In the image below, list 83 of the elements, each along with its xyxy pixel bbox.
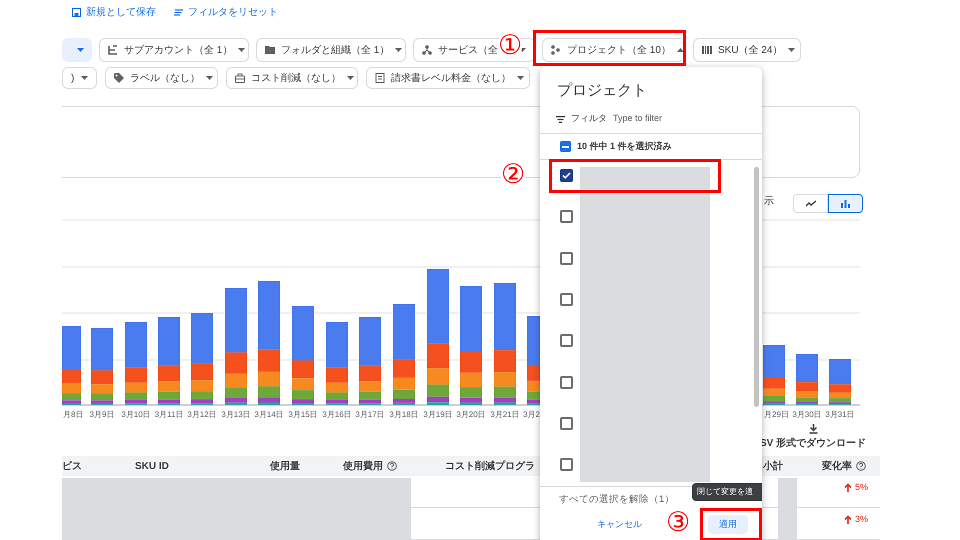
barcode-icon — [702, 45, 712, 55]
save-icon — [72, 8, 81, 16]
axis-label: 3月13日 — [221, 410, 251, 419]
caret-icon — [238, 48, 246, 52]
view-label: 示 — [764, 195, 774, 209]
dots-icon — [551, 45, 561, 55]
axis-label: 3月15日 — [288, 410, 318, 419]
axis-label: 3月12日 — [187, 410, 217, 419]
axis-label: 3月19日 — [423, 410, 453, 419]
filter-chip[interactable]: ラベル（なし） — [105, 67, 218, 89]
dropdown-title: プロジェクト — [557, 81, 647, 100]
axis-label: 月8日 — [63, 410, 84, 419]
caret-icon — [347, 76, 354, 80]
axis-label: 3月18日 — [389, 410, 419, 419]
column-header: 小計 — [763, 460, 783, 474]
column-header: SKU ID — [135, 460, 169, 474]
reset-filters-link[interactable]: フィルタをリセット — [174, 4, 278, 20]
axis-label: 3月14日 — [254, 410, 284, 419]
axis-label: 3月17日 — [355, 410, 385, 419]
checkbox[interactable] — [560, 334, 573, 348]
select-all-checkbox[interactable] — [560, 141, 571, 152]
filter-input[interactable]: Type to filter — [613, 112, 743, 126]
filter-chip[interactable]: 請求書レベル料金（なし） — [366, 67, 530, 89]
caret-icon — [395, 48, 402, 52]
caret-icon — [517, 76, 524, 80]
tooltip: 閉じて変更を適 — [692, 483, 762, 501]
scrollbar[interactable] — [754, 167, 759, 407]
axis-label: 3月10日 — [121, 410, 151, 419]
checkbox[interactable] — [560, 210, 573, 224]
checkbox[interactable] — [560, 292, 573, 306]
apply-button[interactable]: 適用 — [708, 515, 748, 534]
axis-label: 月29日 — [764, 410, 789, 419]
filter-chip[interactable]: プロジェクト（全 10） — [542, 38, 686, 62]
filter-chip[interactable]: サブアカウント（全 1） — [99, 38, 249, 62]
help-icon — [387, 461, 397, 471]
column-header: コスト削減プログラ — [445, 459, 535, 474]
filter-chip[interactable]: フォルダと組織（全 1） — [256, 38, 406, 62]
axis-label: 3月30日 — [792, 410, 822, 419]
caret-icon — [81, 76, 88, 80]
help-icon — [856, 461, 866, 471]
save-as-new-link[interactable]: 新規として保存 — [72, 4, 156, 20]
checkbox[interactable] — [560, 416, 573, 430]
checkbox[interactable] — [560, 376, 573, 388]
change-value: 5% — [855, 481, 868, 494]
axis-label: 3月9日 — [90, 410, 114, 419]
axis-label: 3月2 — [523, 410, 540, 419]
filter-chip[interactable]: ) — [62, 67, 97, 89]
filter-chip[interactable]: コスト削減（なし） — [226, 67, 358, 89]
clear-selection-button[interactable]: すべての選択を解除（1） — [559, 493, 674, 508]
change-value: 3% — [855, 513, 868, 526]
column-header: 変化率 — [822, 459, 852, 474]
cancel-button[interactable]: キャンセル — [593, 515, 646, 534]
subaccount-icon — [108, 45, 118, 55]
column-header: 使用量 — [270, 460, 300, 474]
folder-icon — [265, 45, 275, 55]
selection-summary: 10 件中 1 件を選択済み — [577, 140, 672, 153]
tag-icon — [114, 73, 124, 83]
view-toggle-button[interactable] — [828, 194, 863, 213]
document-icon — [375, 73, 385, 83]
axis-label: 3月31日 — [825, 410, 855, 419]
caret-icon — [788, 48, 796, 52]
axis-label: 3月11日 — [154, 410, 184, 419]
axis-label: 3月21日 — [490, 410, 520, 419]
filter-lines-icon — [174, 8, 183, 16]
checkbox[interactable] — [560, 458, 573, 472]
hierarchy-icon — [422, 45, 432, 55]
caret-icon — [676, 48, 684, 52]
axis-label: 3月20日 — [456, 410, 486, 419]
download-icon — [808, 424, 818, 434]
column-header: 使用費用 — [343, 460, 383, 474]
bar-chart-icon — [841, 200, 850, 208]
highlight-box — [700, 508, 762, 540]
line-chart-icon — [806, 200, 816, 207]
caret-icon — [206, 76, 213, 80]
checkbox[interactable] — [560, 252, 573, 265]
checkbox[interactable] — [560, 169, 573, 182]
filter-icon — [556, 116, 565, 122]
briefcase-icon — [235, 73, 245, 83]
filter-chip[interactable]: SKU（全 24） — [693, 38, 801, 62]
column-header: ビス — [62, 460, 82, 474]
axis-label: 3月16日 — [322, 410, 352, 419]
caret-icon — [77, 48, 84, 52]
filter-label: フィルタ — [571, 112, 607, 126]
